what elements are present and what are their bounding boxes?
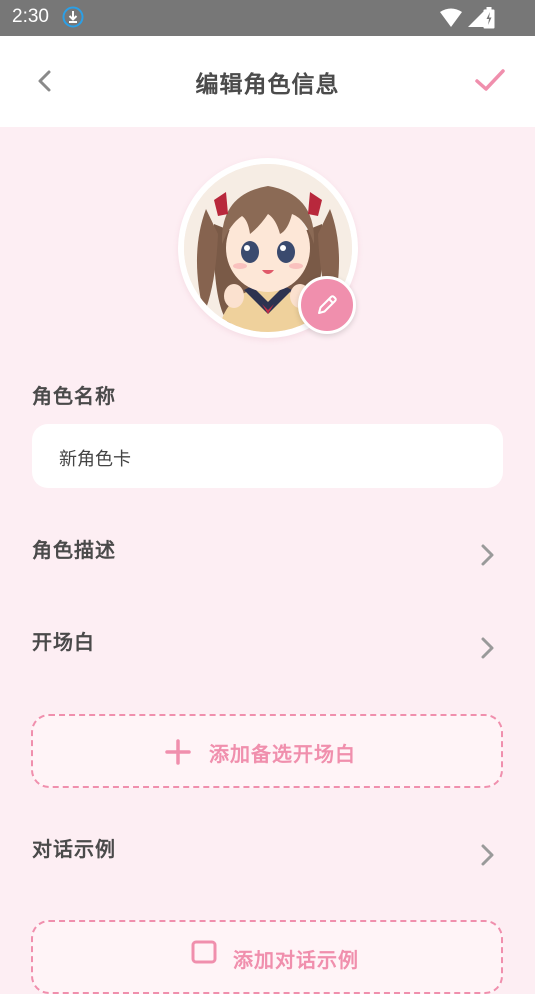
message-box-icon xyxy=(191,940,217,964)
battery-icon xyxy=(483,7,495,29)
dialogue-example-row-label[interactable]: 对话示例 xyxy=(32,833,116,862)
greeting-row-label[interactable]: 开场白 xyxy=(32,626,95,655)
plus-icon xyxy=(165,739,191,765)
add-dialogue-example-button[interactable]: 添加对话示例 xyxy=(31,920,503,994)
download-notification-icon xyxy=(62,6,84,28)
add-greeting-label: 添加备选开场白 xyxy=(209,742,356,766)
name-section-label: 角色名称 xyxy=(32,384,116,408)
chevron-right-icon[interactable] xyxy=(476,842,498,868)
chevron-right-icon[interactable] xyxy=(476,635,498,661)
character-name-input[interactable]: 新角色卡 xyxy=(32,424,503,488)
add-example-label: 添加对话示例 xyxy=(233,948,359,972)
confirm-check-icon[interactable] xyxy=(473,63,507,97)
description-row-label[interactable]: 角色描述 xyxy=(32,534,116,563)
pencil-icon xyxy=(318,295,337,314)
edit-avatar-button[interactable] xyxy=(298,276,356,334)
status-bar: 2:30 xyxy=(0,0,535,36)
character-name-value: 新角色卡 xyxy=(59,449,131,470)
top-app-bar: 编辑角色信息 xyxy=(0,36,535,127)
chevron-right-icon[interactable] xyxy=(476,542,498,568)
status-time: 2:30 xyxy=(12,6,49,27)
add-alternate-greeting-button[interactable]: 添加备选开场白 xyxy=(31,714,503,788)
page-title: 编辑角色信息 xyxy=(195,72,340,98)
